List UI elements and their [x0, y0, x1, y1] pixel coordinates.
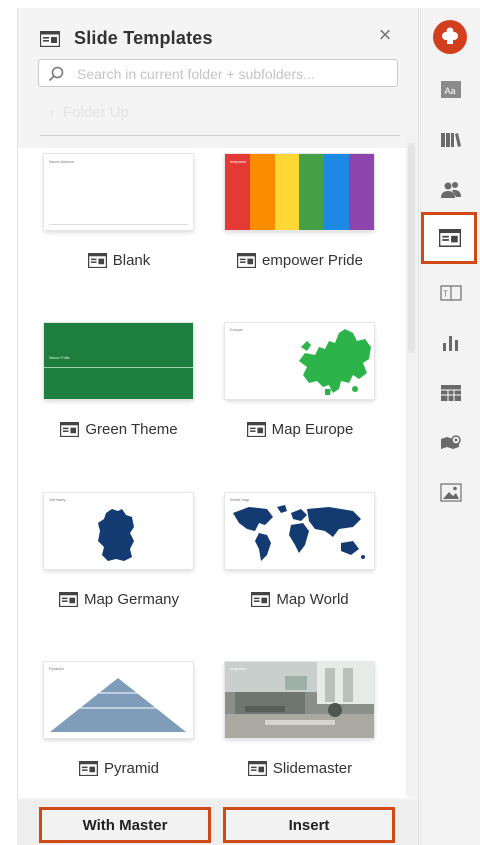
- panel-title: Slide Templates: [74, 28, 213, 48]
- panel-header: Slide Templates: [40, 28, 213, 49]
- people-icon[interactable]: [439, 178, 463, 202]
- search-input[interactable]: [75, 63, 395, 85]
- slide-template-icon: [237, 253, 257, 268]
- search-icon: [48, 66, 64, 82]
- thumb-title: Neuer Abschn: [49, 159, 75, 164]
- table-icon[interactable]: [439, 381, 463, 405]
- template-label: Blank: [112, 252, 151, 269]
- close-icon[interactable]: ×: [374, 24, 396, 46]
- thumb-title: Neuer Folie: [49, 355, 70, 360]
- with-master-button[interactable]: With Master: [39, 807, 211, 843]
- text-styles-icon[interactable]: Aa: [439, 78, 463, 102]
- template-thumbnail: Neuer Folie: [44, 323, 193, 399]
- panel-footer: With Master Insert: [17, 800, 417, 845]
- slide-templates-tab[interactable]: [421, 212, 477, 264]
- slide-template-icon: [87, 253, 107, 268]
- scrollbar-thumb[interactable]: [408, 143, 415, 353]
- world-map-graphic: [233, 505, 365, 561]
- image-icon[interactable]: [439, 481, 463, 505]
- template-label: empower Pride: [262, 252, 363, 269]
- europe-map-graphic: [299, 329, 371, 395]
- arrow-up-icon: ↑: [48, 104, 55, 121]
- slide-template-icon: [40, 30, 60, 47]
- template-grid: Neuer Abschn Blank empower empower Pride…: [18, 148, 408, 798]
- insert-button[interactable]: Insert: [223, 807, 395, 843]
- office-photo-graphic: [225, 662, 374, 738]
- thumb-title: empower: [230, 666, 247, 671]
- textbox-icon[interactable]: T: [439, 281, 463, 305]
- slide-template-icon: [247, 761, 267, 776]
- divider: [40, 135, 400, 136]
- template-label: Map Europe: [271, 421, 354, 438]
- svg-text:Aa: Aa: [445, 86, 456, 96]
- map-icon[interactable]: [439, 431, 463, 455]
- germany-map-graphic: [98, 509, 134, 561]
- template-label: Map Germany: [83, 591, 180, 608]
- pride-stripes: [225, 154, 374, 230]
- thumb-title: World map: [230, 497, 250, 502]
- slide-templates-icon: [439, 229, 461, 247]
- template-thumbnail: empower: [225, 662, 374, 738]
- library-icon[interactable]: [439, 128, 463, 152]
- template-label: Map World: [276, 591, 349, 608]
- template-thumbnail: Europe: [225, 323, 374, 399]
- app-logo-icon[interactable]: [433, 20, 467, 54]
- search-box: [38, 59, 398, 87]
- slide-template-icon: [60, 422, 80, 437]
- template-thumbnail: Neuer Abschn: [44, 154, 193, 230]
- slide-template-icon: [246, 422, 266, 437]
- template-thumbnail: World map: [225, 493, 374, 569]
- sidebar-rail: Aa T: [420, 8, 480, 845]
- template-thumbnail: empower: [225, 154, 374, 230]
- template-thumbnail: Pyramid: [44, 662, 193, 738]
- slide-template-icon: [78, 761, 98, 776]
- template-label: Pyramid: [103, 760, 159, 777]
- pyramid-graphic: [50, 678, 186, 732]
- folder-up-label: Folder Up: [63, 104, 129, 121]
- chart-icon[interactable]: [439, 331, 463, 355]
- slide-template-icon: [251, 592, 271, 607]
- folder-up-button[interactable]: ↑ Folder Up: [48, 104, 129, 121]
- thumb-title: empower: [230, 159, 247, 164]
- svg-text:T: T: [443, 290, 448, 299]
- template-thumbnail: Germany: [44, 493, 193, 569]
- thumb-title: Europe: [230, 327, 243, 332]
- slide-templates-panel: Slide Templates × ↑ Folder Up Neuer Absc…: [17, 8, 419, 845]
- template-label: Green Theme: [85, 421, 178, 438]
- template-label: Slidemaster: [272, 760, 353, 777]
- thumb-title: Germany: [49, 497, 66, 502]
- slide-template-icon: [58, 592, 78, 607]
